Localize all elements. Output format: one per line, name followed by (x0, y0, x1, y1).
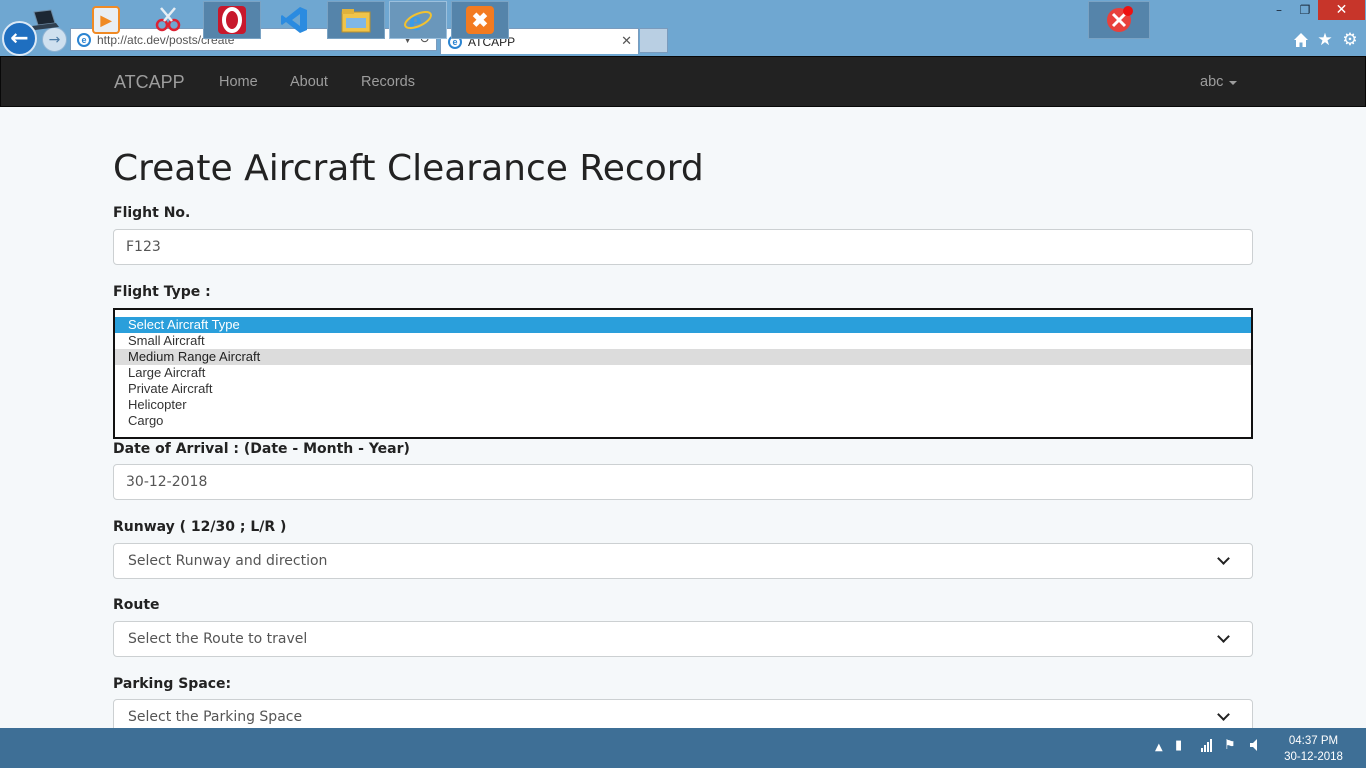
flight-type-option[interactable]: Large Aircraft (115, 365, 1251, 381)
parking-select-value: Select the Parking Space (128, 709, 303, 725)
vscode-icon (281, 7, 307, 33)
flight-no-input[interactable]: F123 (113, 229, 1253, 265)
route-select-value: Select the Route to travel (128, 631, 308, 647)
show-hidden-icons-icon[interactable]: ▲ (1155, 742, 1163, 753)
taskbar-pinned-app-button[interactable] (1088, 1, 1150, 39)
svg-text:e: e (409, 6, 421, 35)
flight-type-option[interactable]: Cargo (115, 413, 1251, 429)
runway-label: Runway ( 12/30 ; L/R ) (113, 519, 287, 535)
gear-icon[interactable]: ⚙ (1340, 30, 1360, 50)
home-icon[interactable] (1291, 30, 1311, 50)
laptop-icon (32, 9, 59, 30)
taskbar-opera-button[interactable] (203, 1, 261, 39)
network-icon[interactable] (1200, 738, 1214, 756)
flight-type-listbox[interactable]: Select Aircraft Type Small Aircraft Medi… (113, 308, 1253, 439)
nav-about-link[interactable]: About (290, 74, 328, 90)
taskbar-ie-button[interactable]: e (389, 1, 447, 39)
taskbar-laptop-button[interactable] (16, 1, 74, 39)
file-explorer-icon (341, 9, 371, 33)
action-center-flag-icon[interactable]: ⚑ (1224, 738, 1236, 753)
caret-down-icon (1229, 81, 1238, 85)
internet-explorer-icon: e (404, 6, 432, 35)
date-of-arrival-label: Date of Arrival : (Date - Month - Year) (113, 441, 410, 457)
minimize-button[interactable]: – (1266, 0, 1292, 20)
taskbar-clock[interactable]: 04:37 PM 30-12-2018 (1276, 733, 1351, 765)
taskbar-explorer-button[interactable] (327, 1, 385, 39)
nav-home-link[interactable]: Home (219, 74, 258, 90)
media-player-icon: ▶ (92, 6, 120, 34)
flight-type-option[interactable]: Private Aircraft (115, 381, 1251, 397)
flight-type-option[interactable]: Medium Range Aircraft (115, 349, 1251, 365)
nav-records-link[interactable]: Records (361, 74, 415, 90)
chevron-down-icon (1217, 552, 1230, 565)
chevron-down-icon (1217, 708, 1230, 721)
volume-icon[interactable] (1249, 738, 1261, 756)
xampp-icon: ✖ (466, 6, 494, 34)
xampp-tray-icon (1107, 6, 1133, 32)
tab-close-icon[interactable]: ✕ (621, 34, 632, 49)
device-tray-icon[interactable]: ▮ (1175, 738, 1182, 753)
route-select[interactable]: Select the Route to travel (113, 621, 1253, 657)
runway-select[interactable]: Select Runway and direction (113, 543, 1253, 579)
snipping-tool-icon (155, 7, 181, 32)
close-window-button[interactable]: ✕ (1318, 0, 1365, 20)
flight-type-option[interactable]: Select Aircraft Type (115, 317, 1251, 333)
opera-icon (218, 6, 246, 34)
clock-date: 30-12-2018 (1284, 751, 1343, 763)
parking-label: Parking Space: (113, 676, 232, 692)
new-tab-button[interactable] (640, 28, 668, 53)
taskbar-snipping-button[interactable] (139, 1, 197, 39)
taskbar-vscode-button[interactable] (265, 1, 323, 39)
navbar: ATCAPP Home About Records abc (0, 56, 1366, 107)
taskbar-media-button[interactable]: ▶ (77, 1, 135, 39)
date-of-arrival-input[interactable]: 30-12-2018 (113, 464, 1253, 500)
taskbar-xampp-button[interactable]: ✖ (451, 1, 509, 39)
flight-no-label: Flight No. (113, 205, 191, 221)
flight-type-option[interactable]: Small Aircraft (115, 333, 1251, 349)
runway-select-value: Select Runway and direction (128, 553, 328, 569)
user-dropdown[interactable]: abc (1200, 74, 1238, 90)
page-title: Create Aircraft Clearance Record (113, 148, 704, 189)
brand-link[interactable]: ATCAPP (114, 72, 185, 93)
user-name: abc (1200, 74, 1224, 90)
flight-type-option[interactable]: Helicopter (115, 397, 1251, 413)
restore-button[interactable]: ❐ (1292, 0, 1318, 20)
chevron-down-icon (1217, 630, 1230, 643)
route-label: Route (113, 597, 160, 613)
star-icon[interactable]: ★ (1315, 30, 1335, 50)
flight-type-label: Flight Type : (113, 284, 211, 300)
clock-time: 04:37 PM (1288, 735, 1339, 747)
